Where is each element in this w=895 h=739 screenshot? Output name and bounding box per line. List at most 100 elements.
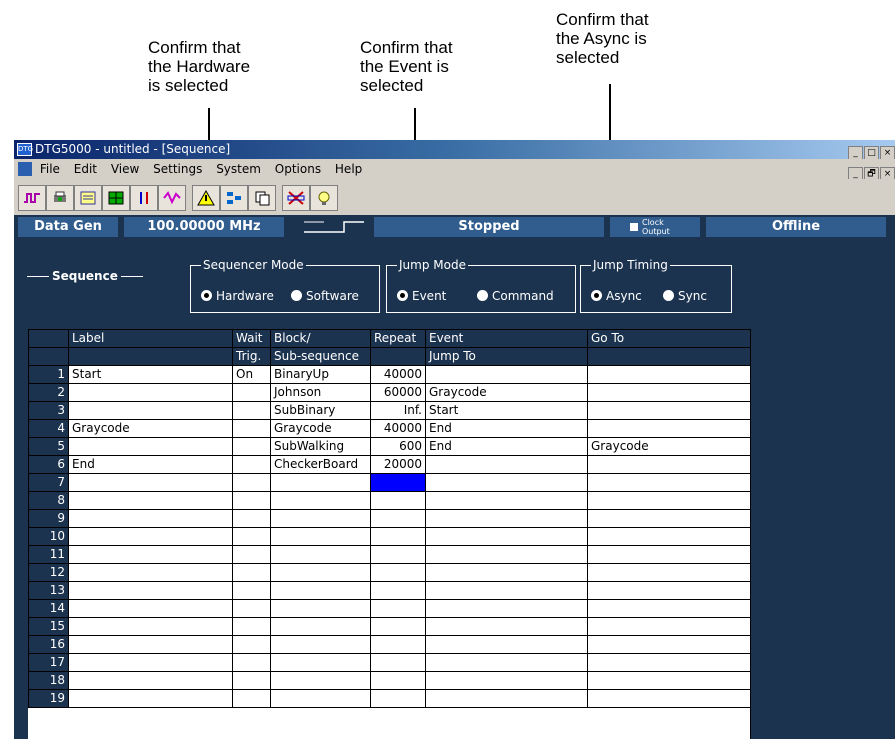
cell-event[interactable]: Graycode — [425, 383, 588, 402]
cell-block[interactable] — [270, 563, 371, 582]
cell-goto[interactable] — [587, 509, 751, 528]
row-number-cell[interactable]: 14 — [28, 599, 69, 618]
cell-event[interactable]: Start — [425, 401, 588, 420]
cell-repeat[interactable]: 40000 — [370, 365, 426, 384]
cell-label[interactable] — [68, 437, 233, 456]
menu-options[interactable]: Options — [275, 159, 321, 179]
cell-block[interactable] — [270, 653, 371, 672]
cell-repeat[interactable] — [370, 563, 426, 582]
row-number-cell[interactable]: 13 — [28, 581, 69, 600]
cell-repeat[interactable]: 600 — [370, 437, 426, 456]
cell-event[interactable] — [425, 491, 588, 510]
cell-block[interactable] — [270, 617, 371, 636]
cell-goto[interactable] — [587, 527, 751, 546]
cell-event[interactable] — [425, 617, 588, 636]
cell-wait-trig[interactable] — [232, 437, 271, 456]
cell-goto[interactable] — [587, 365, 751, 384]
cell-label[interactable]: End — [68, 455, 233, 474]
print-button[interactable] — [46, 185, 74, 211]
cell-repeat[interactable] — [370, 635, 426, 654]
cell-block[interactable] — [270, 635, 371, 654]
cell-event[interactable] — [425, 635, 588, 654]
probe-button[interactable] — [310, 185, 338, 211]
menu-file[interactable]: File — [40, 159, 60, 179]
maximize-button[interactable]: □ — [864, 146, 879, 160]
cell-wait-trig[interactable] — [232, 509, 271, 528]
listing-button[interactable] — [74, 185, 102, 211]
row-number-cell[interactable]: 18 — [28, 671, 69, 690]
cell-goto[interactable] — [587, 383, 751, 402]
cell-event[interactable] — [425, 581, 588, 600]
cell-block[interactable] — [270, 581, 371, 600]
cell-event[interactable] — [425, 563, 588, 582]
cell-event[interactable] — [425, 365, 588, 384]
cell-repeat[interactable] — [370, 491, 426, 510]
cell-repeat[interactable] — [370, 653, 426, 672]
cell-wait-trig[interactable] — [232, 527, 271, 546]
cell-event[interactable]: End — [425, 419, 588, 438]
cell-goto[interactable] — [587, 419, 751, 438]
cell-block[interactable] — [270, 473, 371, 492]
cell-label[interactable] — [68, 383, 233, 402]
cell-event[interactable] — [425, 689, 588, 708]
cell-goto[interactable] — [587, 581, 751, 600]
cell-event[interactable] — [425, 455, 588, 474]
cell-label[interactable] — [68, 527, 233, 546]
row-number-cell[interactable]: 15 — [28, 617, 69, 636]
warning-button[interactable] — [192, 185, 220, 211]
cell-label[interactable] — [68, 581, 233, 600]
cell-label[interactable]: Graycode — [68, 419, 233, 438]
cell-block[interactable] — [270, 527, 371, 546]
cell-event[interactable] — [425, 599, 588, 618]
copy-button[interactable] — [248, 185, 276, 211]
row-number-cell[interactable]: 17 — [28, 653, 69, 672]
cell-wait-trig[interactable] — [232, 671, 271, 690]
cell-repeat[interactable] — [370, 545, 426, 564]
cell-repeat[interactable] — [370, 689, 426, 708]
cell-wait-trig[interactable]: On — [232, 365, 271, 384]
row-number-cell[interactable]: 2 — [28, 383, 69, 402]
cell-block[interactable]: BinaryUp — [270, 365, 371, 384]
cell-repeat[interactable] — [370, 527, 426, 546]
cell-repeat[interactable] — [370, 509, 426, 528]
cell-repeat-selected[interactable] — [370, 473, 426, 492]
cell-label[interactable] — [68, 689, 233, 708]
cell-wait-trig[interactable] — [232, 689, 271, 708]
cell-block[interactable] — [270, 491, 371, 510]
cell-block[interactable]: CheckerBoard — [270, 455, 371, 474]
cell-label[interactable] — [68, 473, 233, 492]
menu-settings[interactable]: Settings — [153, 159, 202, 179]
cell-goto[interactable] — [587, 617, 751, 636]
dtg-app-icon[interactable]: DTG — [17, 143, 33, 156]
cell-label[interactable] — [68, 491, 233, 510]
row-number-cell[interactable]: 7 — [28, 473, 69, 492]
menu-edit[interactable]: Edit — [74, 159, 97, 179]
menu-system[interactable]: System — [216, 159, 261, 179]
cell-repeat[interactable] — [370, 671, 426, 690]
minimize-button[interactable]: _ — [848, 146, 863, 160]
title-bar[interactable]: DTG DTG5000 - untitled - [Sequence] _ □ × — [14, 140, 895, 160]
cell-goto[interactable] — [587, 671, 751, 690]
clock-output-checkbox[interactable] — [630, 223, 638, 231]
cell-event[interactable] — [425, 545, 588, 564]
cell-event[interactable] — [425, 527, 588, 546]
sync-radio[interactable]: Sync — [663, 288, 707, 304]
event-radio[interactable]: Event — [397, 288, 446, 304]
row-number-cell[interactable]: 9 — [28, 509, 69, 528]
row-number-cell[interactable]: 19 — [28, 689, 69, 708]
row-number-cell[interactable]: 8 — [28, 491, 69, 510]
grid-button[interactable] — [102, 185, 130, 211]
cell-label[interactable] — [68, 617, 233, 636]
cell-block[interactable]: SubBinary — [270, 401, 371, 420]
timing-button[interactable] — [130, 185, 158, 211]
frequency-display[interactable]: 100.00000 MHz — [124, 217, 284, 237]
cell-goto[interactable] — [587, 455, 751, 474]
cell-wait-trig[interactable] — [232, 455, 271, 474]
row-number-cell[interactable]: 1 — [28, 365, 69, 384]
sequence-button[interactable] — [220, 185, 248, 211]
row-number-cell[interactable]: 11 — [28, 545, 69, 564]
close-button[interactable]: × — [880, 146, 895, 160]
cell-goto[interactable]: Graycode — [587, 437, 751, 456]
cell-repeat[interactable]: Inf. — [370, 401, 426, 420]
cell-wait-trig[interactable] — [232, 545, 271, 564]
